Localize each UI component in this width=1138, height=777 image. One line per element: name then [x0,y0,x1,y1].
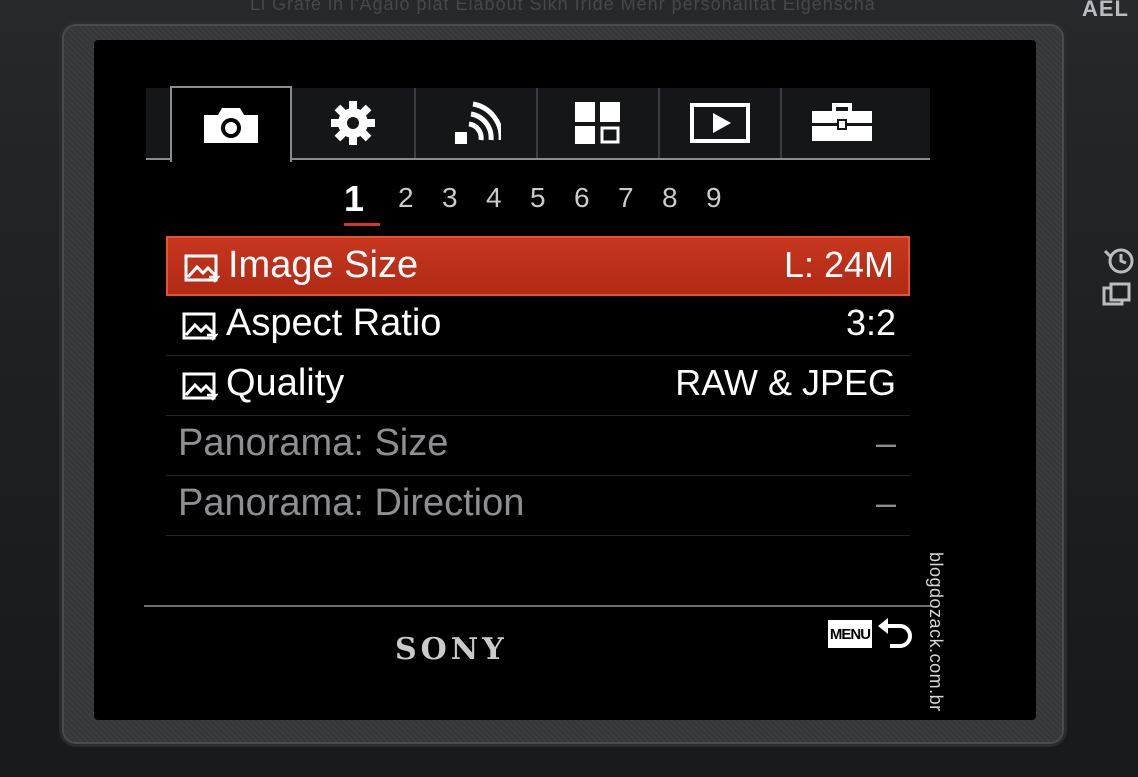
menu-item-quality[interactable]: Quality RAW & JPEG [166,356,910,416]
tab-application[interactable] [536,88,658,158]
menu-tab-bar [146,86,930,164]
footer-divider [144,605,932,607]
watermark-text: blogdozack.com.br [926,552,946,712]
menu-item-value: 3:2 [845,302,896,343]
return-icon[interactable] [876,616,912,652]
wireless-icon [455,101,501,144]
lcd-screen: 1 2 3 4 5 6 7 8 9 Image Size L: 24M Aspe… [94,40,1036,720]
page-number-1[interactable]: 1 [344,178,364,220]
playback-icon [690,103,750,143]
menu-item-aspect-ratio[interactable]: Aspect Ratio 3:2 [166,296,910,356]
menu-item-value: RAW & JPEG [675,362,896,403]
page-number-3[interactable]: 3 [442,182,458,214]
sony-logo: SONY [395,632,508,667]
tab-setup[interactable] [780,88,902,158]
self-timer-icon [1103,248,1134,274]
tab-wireless[interactable] [414,88,536,158]
toolbox-icon [812,103,872,141]
tab-custom-settings[interactable] [292,88,414,158]
menu-item-label: Panorama: Size [178,422,449,464]
menu-item-label: Aspect Ratio [226,302,442,344]
tab-playback[interactable] [658,88,780,158]
menu-item-value: L: 24M [783,244,894,285]
menu-item-label: Quality [226,362,345,404]
page-number-6[interactable]: 6 [574,182,590,214]
page-number-8[interactable]: 8 [662,182,678,214]
gear-icon [331,101,375,145]
camera-icon [204,108,258,143]
page-number-5[interactable]: 5 [530,182,546,214]
still-image-icon [184,254,220,283]
menu-button-badge[interactable]: MENU [828,620,872,648]
menu-item-panorama-direction[interactable]: Panorama: Direction – [166,476,910,536]
page-number-9[interactable]: 9 [706,182,722,214]
camera-body-printed-text: Li Grafe in l'Agalo plat Elabout Sikh Ir… [250,0,876,14]
drive-mode-icon [1102,282,1131,306]
menu-item-value: – [875,422,896,463]
menu-item-image-size[interactable]: Image Size L: 24M [166,236,910,296]
menu-item-panorama-size[interactable]: Panorama: Size – [166,416,910,476]
menu-item-label: Image Size [228,244,419,286]
camera-body: Li Grafe in l'Agalo plat Elabout Sikh Ir… [0,0,1138,777]
page-number-2[interactable]: 2 [398,182,414,214]
ael-label: AEL [1082,0,1129,21]
tab-camera-settings[interactable] [170,86,292,162]
still-image-icon [182,372,218,401]
menu-item-value: – [875,482,896,523]
active-page-underline [344,223,380,226]
grid-icon [575,102,620,144]
page-number-7[interactable]: 7 [618,182,634,214]
still-image-icon [182,312,218,341]
menu-item-label: Panorama: Direction [178,482,525,524]
page-number-4[interactable]: 4 [486,182,502,214]
